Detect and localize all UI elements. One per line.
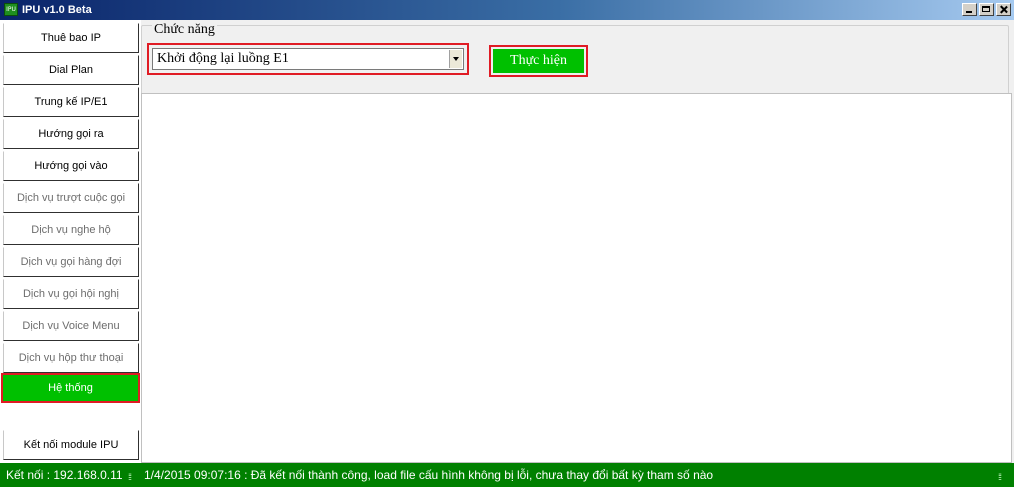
sidebar-item-huong-goi-vao[interactable]: Hướng gọi vào [3, 151, 139, 181]
minimize-icon[interactable] [962, 3, 977, 16]
status-bar: Kết nối : 192.168.0.11 ⁞⁞ 1/4/2015 09:07… [0, 463, 1014, 487]
title-bar[interactable]: IPU IPU v1.0 Beta [0, 0, 1014, 20]
resize-grip-icon[interactable]: ⁞⁞ [998, 472, 1008, 482]
sidebar-item-goi-hoi-nghi[interactable]: Dịch vụ gọi hội nghị [3, 279, 139, 309]
function-select-highlight: Khởi động lại luồng E1 [147, 43, 469, 75]
function-group-label: Chức năng [152, 22, 217, 37]
sidebar-item-truot-cuoc-goi[interactable]: Dịch vụ trượt cuộc gọi [3, 183, 139, 213]
sidebar-item-hop-thu-thoai[interactable]: Dịch vụ hộp thư thoại [3, 343, 139, 373]
connection-status: Kết nối : 192.168.0.11 [6, 468, 123, 482]
app-icon: IPU [4, 3, 18, 16]
sidebar-item-ket-noi-module[interactable]: Kết nối module IPU [3, 430, 139, 460]
close-icon[interactable] [996, 3, 1011, 16]
main-panel: Chức năng [141, 20, 1014, 463]
resize-grip-icon: ⁞⁞ [128, 472, 132, 482]
sidebar-item-thue-bao-ip[interactable]: Thuê bao IP [3, 23, 139, 53]
sidebar: Thuê bao IP Dial Plan Trung kế IP/E1 Hướ… [0, 20, 141, 463]
sidebar-item-voice-menu[interactable]: Dịch vụ Voice Menu [3, 311, 139, 341]
window-controls [962, 3, 1011, 17]
sidebar-item-goi-hang-doi[interactable]: Dịch vụ gọi hàng đợi [3, 247, 139, 277]
sidebar-item-he-thong[interactable]: Hệ thống [1, 373, 140, 403]
function-select[interactable]: Khởi động lại luồng E1 [152, 48, 464, 70]
sidebar-item-huong-goi-ra[interactable]: Hướng gọi ra [3, 119, 139, 149]
content-panel [141, 93, 1012, 463]
execute-button-highlight: Thực hiện [489, 45, 588, 77]
status-message: 1/4/2015 09:07:16 : Đã kết nối thành côn… [144, 468, 714, 482]
execute-button[interactable]: Thực hiện [493, 49, 584, 73]
sidebar-item-nghe-ho[interactable]: Dịch vụ nghe hộ [3, 215, 139, 245]
window-title: IPU v1.0 Beta [22, 4, 92, 16]
sidebar-item-trung-ke[interactable]: Trung kế IP/E1 [3, 87, 139, 117]
chevron-down-icon[interactable] [449, 50, 462, 68]
function-select-value: Khởi động lại luồng E1 [157, 51, 289, 66]
maximize-icon[interactable] [979, 3, 994, 16]
sidebar-item-dial-plan[interactable]: Dial Plan [3, 55, 139, 85]
